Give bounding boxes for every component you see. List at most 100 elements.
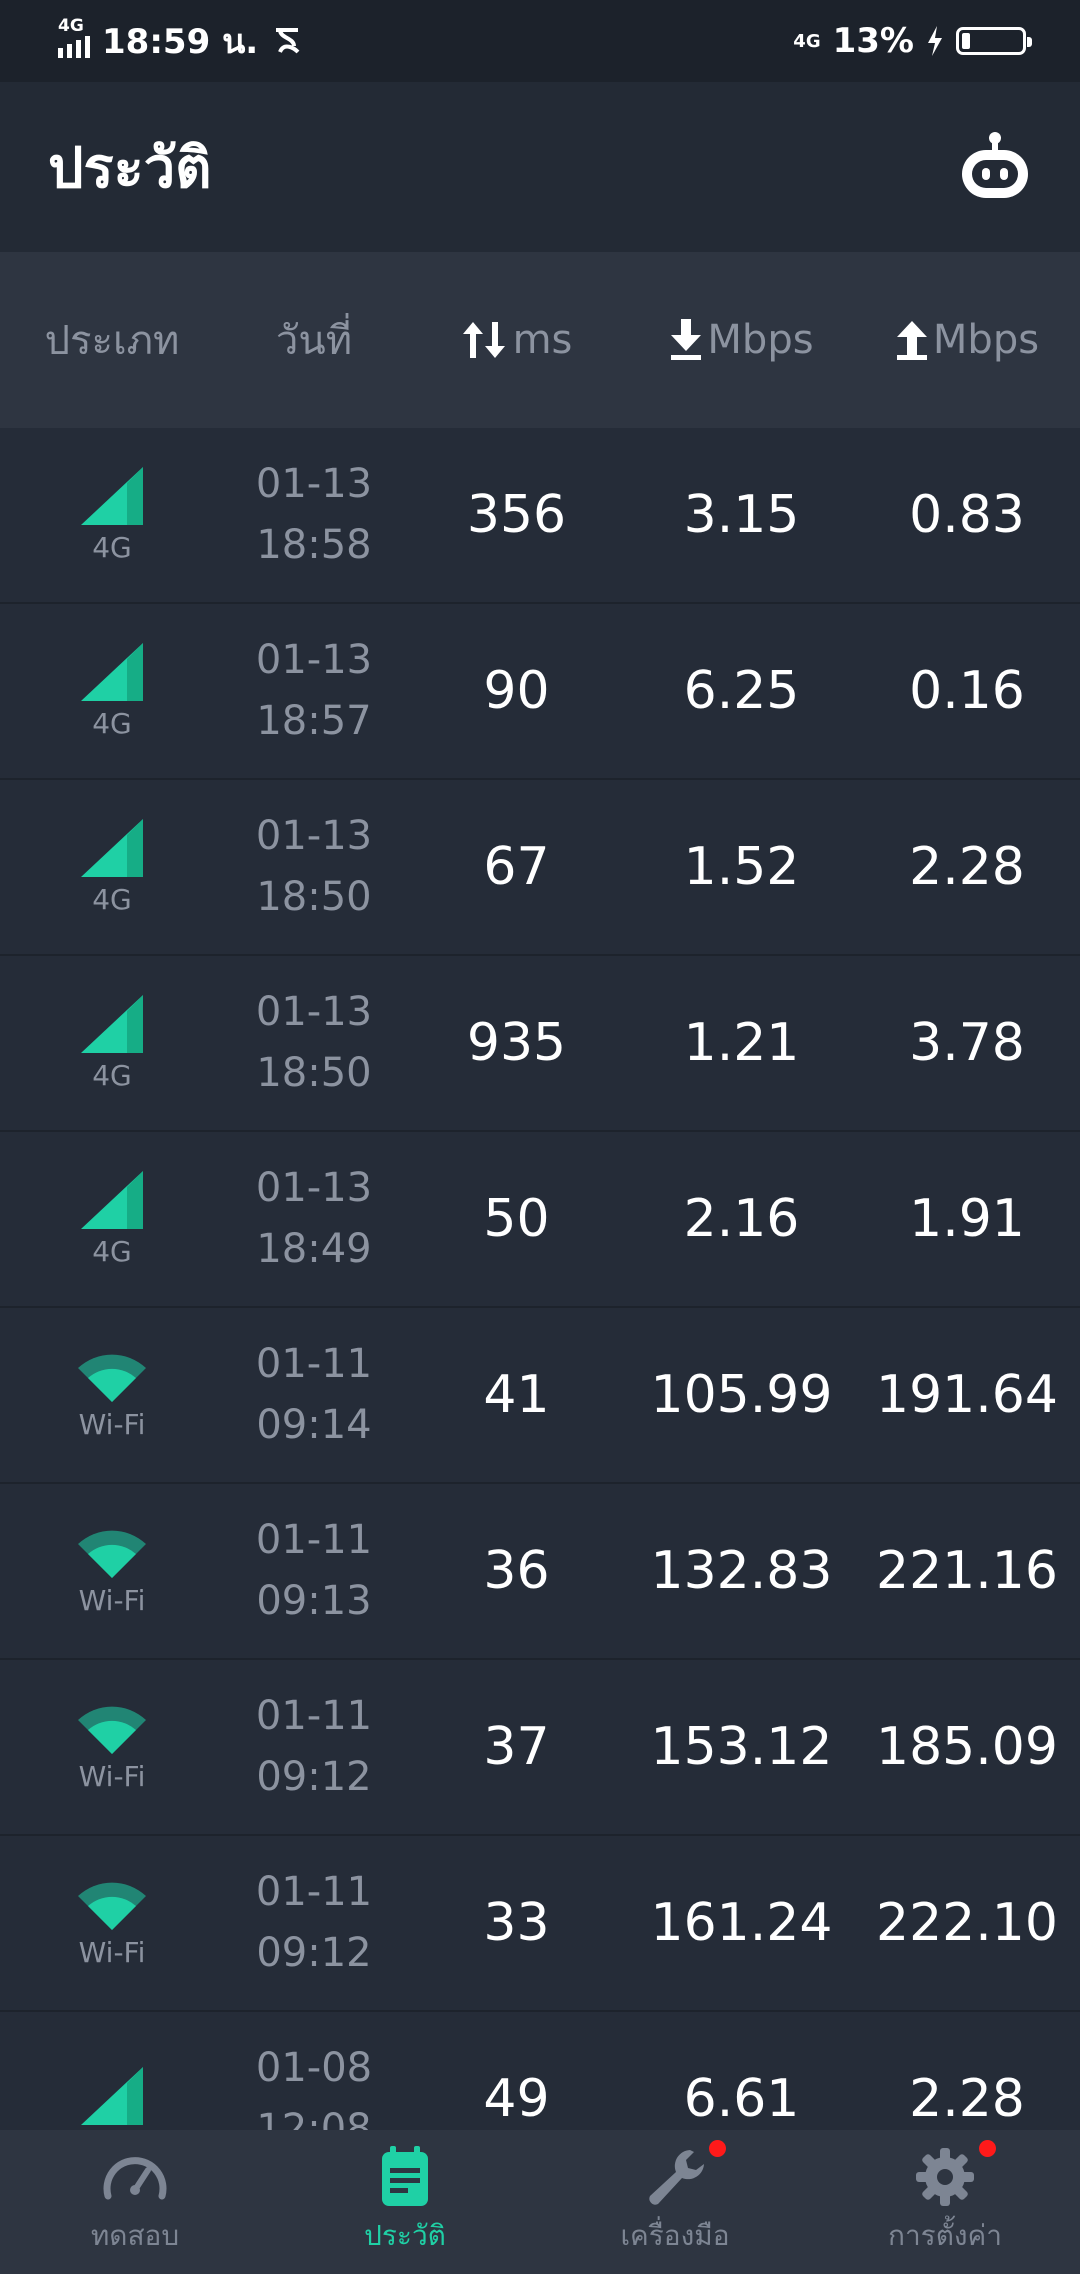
download-value: 105.99 — [650, 1365, 833, 1425]
history-row[interactable]: 4G 01-13 18:50 935 1.21 3.78 — [0, 956, 1080, 1132]
history-row[interactable]: Wi-Fi 01-11 09:12 37 153.12 185.09 — [0, 1660, 1080, 1836]
history-row[interactable]: Wi-Fi 01-11 09:14 41 105.99 191.64 — [0, 1308, 1080, 1484]
test-time: 18:50 — [256, 874, 372, 920]
nav-settings[interactable]: การตั้งค่า — [810, 2130, 1080, 2274]
wifi-icon — [78, 1354, 146, 1402]
battery-level — [962, 33, 970, 49]
column-upload-label: Mbps — [932, 317, 1040, 363]
page-title: ประวัติ — [48, 135, 212, 201]
upload-icon — [896, 321, 927, 360]
ping-value: 41 — [483, 1365, 550, 1425]
history-row[interactable]: 4G 01-13 18:50 67 1.52 2.28 — [0, 780, 1080, 956]
cellular-signal-icon — [81, 818, 143, 877]
cellular-signal-icon — [81, 994, 143, 1053]
wifi-icon — [78, 1706, 146, 1754]
ping-value: 36 — [483, 1541, 550, 1601]
upload-value: 0.83 — [909, 485, 1025, 545]
history-row[interactable]: 01-08 12:08 49 6.61 2.28 — [0, 2012, 1080, 2130]
tools-badge — [709, 2140, 726, 2157]
type-cell: 4G — [0, 642, 224, 740]
date-cell: 01-13 18:49 — [224, 1160, 404, 1278]
column-ping[interactable]: ms — [404, 317, 629, 363]
upload-value: 191.64 — [876, 1365, 1058, 1425]
column-upload[interactable]: Mbps — [854, 317, 1080, 363]
connection-type-label: Wi-Fi — [78, 1407, 146, 1441]
ping-value: 935 — [466, 1013, 567, 1073]
upload-value: 2.28 — [909, 837, 1025, 897]
ping-value: 33 — [483, 1893, 550, 1953]
type-cell: 4G — [0, 466, 224, 564]
status-left: 4G 18:59 น. — [58, 14, 304, 68]
type-cell: Wi-Fi — [0, 1878, 224, 1969]
download-value: 153.12 — [650, 1717, 833, 1777]
test-date: 01-11 — [255, 1693, 373, 1739]
history-row[interactable]: 4G 01-13 18:57 90 6.25 0.16 — [0, 604, 1080, 780]
cellular-signal-icon — [81, 1170, 143, 1229]
cellular-signal-icon — [81, 642, 143, 701]
type-cell: 4G — [0, 994, 224, 1092]
download-value: 132.83 — [650, 1541, 833, 1601]
test-date: 01-11 — [255, 1517, 373, 1563]
battery-icon — [956, 27, 1032, 55]
date-cell: 01-11 09:12 — [224, 1864, 404, 1982]
column-type[interactable]: ประเภท — [0, 308, 224, 372]
nav-test-label: ทดสอบ — [90, 2219, 180, 2252]
speedometer-icon — [103, 2157, 167, 2200]
ping-value: 90 — [483, 661, 550, 721]
nav-tools[interactable]: เครื่องมือ — [540, 2130, 810, 2274]
test-date: 01-13 — [255, 989, 373, 1035]
upload-value: 221.16 — [876, 1541, 1058, 1601]
charging-icon — [928, 26, 942, 56]
upload-value: 1.91 — [909, 1189, 1025, 1249]
upload-value: 2.28 — [909, 2069, 1025, 2129]
test-time: 12:08 — [256, 2106, 372, 2130]
notification-icon — [276, 28, 300, 54]
test-date: 01-13 — [255, 637, 373, 683]
date-cell: 01-11 09:13 — [224, 1512, 404, 1630]
history-row[interactable]: 4G 01-13 18:49 50 2.16 1.91 — [0, 1132, 1080, 1308]
download-value: 6.25 — [683, 661, 800, 721]
connection-type-label: Wi-Fi — [78, 1759, 146, 1793]
test-date: 01-11 — [255, 1869, 373, 1915]
history-list: 4G 01-13 18:58 356 3.15 0.83 4G 01-13 18… — [0, 428, 1080, 2130]
column-download-label: Mbps — [707, 317, 814, 363]
cellular-signal-icon — [81, 466, 143, 525]
date-cell: 01-13 18:58 — [224, 456, 404, 574]
status-right: 4G 13% — [793, 21, 1032, 61]
upload-value: 3.78 — [909, 1013, 1025, 1073]
type-cell — [0, 2067, 224, 2130]
test-date: 01-13 — [255, 813, 373, 859]
upload-value: 0.16 — [909, 661, 1025, 721]
up-down-arrows-icon — [462, 322, 505, 358]
history-row[interactable]: 4G 01-13 18:58 356 3.15 0.83 — [0, 428, 1080, 604]
cellular-signal-icon — [81, 2067, 143, 2125]
column-download[interactable]: Mbps — [629, 317, 854, 363]
test-date: 01-13 — [255, 1165, 373, 1211]
connection-type-label: 4G — [92, 1234, 132, 1268]
nav-tools-label: เครื่องมือ — [620, 2219, 730, 2252]
type-cell: Wi-Fi — [0, 1526, 224, 1617]
robot-icon[interactable] — [958, 130, 1032, 204]
test-time: 09:12 — [256, 1754, 372, 1800]
calendar-icon — [382, 2146, 428, 2206]
column-date[interactable]: วันที่ — [224, 308, 404, 372]
ping-value: 49 — [483, 2069, 550, 2129]
test-date: 01-08 — [255, 2045, 373, 2091]
download-value: 6.61 — [683, 2069, 800, 2129]
nav-test[interactable]: ทดสอบ — [0, 2130, 270, 2274]
nav-history-label: ประวัติ — [364, 2219, 446, 2252]
test-date: 01-13 — [255, 461, 373, 507]
settings-badge — [979, 2140, 996, 2157]
connection-type-label: 4G — [92, 1058, 132, 1092]
history-row[interactable]: Wi-Fi 01-11 09:13 36 132.83 221.16 — [0, 1484, 1080, 1660]
download-value: 1.52 — [683, 837, 800, 897]
status-bar: 4G 18:59 น. 4G 13% — [0, 0, 1080, 82]
history-row[interactable]: Wi-Fi 01-11 09:12 33 161.24 222.10 — [0, 1836, 1080, 2012]
nav-history[interactable]: ประวัติ — [270, 2130, 540, 2274]
type-cell: Wi-Fi — [0, 1350, 224, 1441]
upload-value: 222.10 — [876, 1893, 1058, 1953]
connection-type-label: Wi-Fi — [78, 1583, 146, 1617]
date-cell: 01-13 18:50 — [224, 984, 404, 1102]
clock: 18:59 น. — [102, 22, 259, 62]
mobile-data-icon: 4G — [793, 30, 821, 52]
